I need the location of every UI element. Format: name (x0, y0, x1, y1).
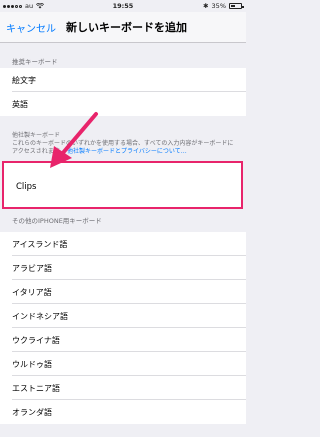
keyboard-item-emoji[interactable]: 絵文字 (0, 68, 246, 92)
keyboard-item-label: ウクライナ語 (12, 336, 60, 345)
battery-fill (231, 5, 235, 7)
keyboard-item[interactable]: ウクライナ語 (0, 328, 246, 352)
keyboard-item[interactable]: アイスランド語 (0, 232, 246, 256)
keyboard-item-label: インドネシア語 (12, 312, 68, 321)
clips-keyboard-label: Clips (16, 182, 37, 192)
section-header-other: その他のIPHONE用キーボード (12, 217, 102, 225)
status-right: ✱ 35% (203, 2, 244, 10)
status-bar: au 19:55 ✱ 35% (0, 0, 246, 12)
keyboard-item-label: アイスランド語 (12, 240, 68, 249)
battery-icon (229, 3, 244, 9)
keyboard-item-label: イタリア語 (12, 288, 52, 297)
annotation-arrow-icon (50, 112, 98, 168)
keyboard-item[interactable]: インドネシア語 (0, 304, 246, 328)
nav-divider (0, 42, 246, 43)
keyboard-item[interactable]: ウルドゥ語 (0, 352, 246, 376)
keyboard-item-label: 英語 (12, 100, 28, 109)
keyboard-item-label: オランダ語 (12, 408, 52, 417)
keyboard-item-label: アラビア語 (12, 264, 52, 273)
battery-percent: 35% (211, 2, 226, 10)
page-title: 新しいキーボードを追加 (66, 21, 187, 34)
keyboard-item-label: エストニア語 (12, 384, 60, 393)
keyboard-item-english[interactable]: 英語 (0, 92, 246, 116)
nav-bar: キャンセル 新しいキーボードを追加 (0, 12, 246, 42)
highlighted-clips-cell[interactable]: Clips (2, 161, 243, 209)
keyboard-item[interactable]: オランダ語 (0, 400, 246, 424)
keyboard-item-label: ウルドゥ語 (12, 360, 52, 369)
keyboard-item[interactable]: エストニア語 (0, 376, 246, 400)
bluetooth-icon: ✱ (203, 2, 209, 10)
cancel-button[interactable]: キャンセル (6, 20, 56, 35)
other-keyboards-list: アイスランド語 アラビア語 イタリア語 インドネシア語 ウクライナ語 ウルドゥ語… (0, 232, 246, 424)
section-header-suggested: 推奨キーボード (12, 58, 58, 66)
keyboard-item-label: 絵文字 (12, 76, 36, 85)
keyboard-item[interactable]: アラビア語 (0, 256, 246, 280)
keyboard-item[interactable]: イタリア語 (0, 280, 246, 304)
